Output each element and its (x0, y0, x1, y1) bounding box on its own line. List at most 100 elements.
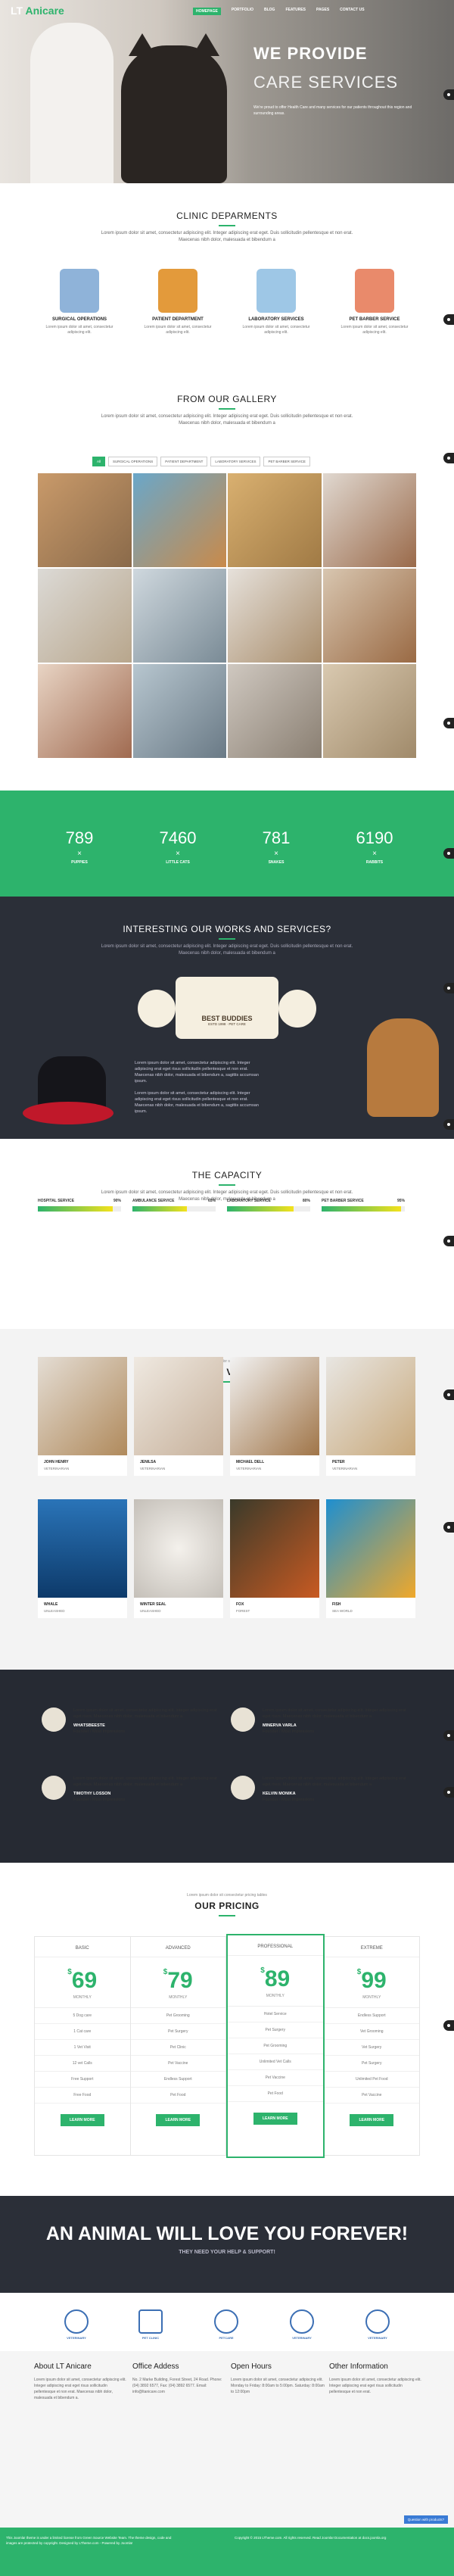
nav-contact[interactable]: CONTACT US (340, 8, 364, 15)
capacity-bar-hospital: HOSPITAL SERVICE 90% (38, 1199, 121, 1212)
gallery-photo[interactable] (132, 473, 226, 567)
gallery-photo[interactable] (132, 664, 226, 758)
cta-title: AN ANIMAL WILL LOVE YOU FOREVER! (45, 2223, 409, 2244)
side-toggle-button[interactable] (443, 2020, 454, 2031)
filter-all[interactable]: All (92, 457, 106, 466)
vet-card[interactable]: MICHAEL DELL VETERINARIAN (230, 1357, 319, 1476)
stat-cats: 7460 × LITTLE CATS (148, 828, 208, 865)
learn-more-button[interactable]: LEARN MORE (350, 2114, 394, 2126)
testimonial: Lorem ipsum dolor sit amet, consectetur … (231, 1776, 412, 1803)
learn-more-button[interactable]: LEARN MORE (156, 2114, 201, 2126)
title-divider (219, 408, 235, 410)
gallery-photo[interactable] (228, 473, 322, 567)
side-toggle-button[interactable] (443, 848, 454, 859)
partner-logo[interactable]: PET CLINIC (131, 2309, 170, 2349)
vet-card[interactable]: PETER VETERINARIAN (326, 1357, 415, 1476)
testimonial-role: Founder / Most Impressions (263, 1729, 315, 1734)
title-divider (219, 938, 235, 940)
gallery-photo[interactable] (322, 569, 416, 663)
side-toggle-button[interactable] (443, 1389, 454, 1400)
nav-home[interactable]: HOMEPAGE (193, 8, 221, 15)
footer-text: Lorem ipsum dolor sit amet, consectetur … (329, 2378, 421, 2394)
nav-portfolio[interactable]: PORTFOLIO (232, 8, 253, 15)
vet-card[interactable]: WINTER SEAL UNLEASHED (134, 1499, 223, 1618)
vet-card[interactable]: FISH SEA WORLD (326, 1499, 415, 1618)
cat-photo (121, 33, 227, 183)
gallery-photo[interactable] (38, 473, 132, 567)
site-logo[interactable]: LT Anicare (11, 5, 64, 17)
side-toggle-button[interactable] (443, 1730, 454, 1741)
dept-desc: Lorem ipsum dolor sit amet, consectetur … (340, 325, 409, 335)
gallery-photo[interactable] (228, 569, 322, 663)
plan-advanced: ADVANCED $79 MONTHLY Pet Grooming Pet Su… (130, 1937, 226, 2155)
bar-value: 80% (302, 1199, 310, 1203)
plan-feature: Pet Surgery (324, 2056, 419, 2072)
vet-card[interactable]: WHALE UNLEASHED (38, 1499, 127, 1618)
logo-lt: LT (11, 5, 23, 17)
testimonial-text: Lorem ipsum dolor sit amet, consectetur … (73, 1776, 217, 1787)
learn-more-button[interactable]: LEARN MORE (60, 2114, 104, 2126)
side-toggle-button[interactable] (443, 453, 454, 463)
filter-surgical[interactable]: SURGICAL OPERATIONS (108, 457, 158, 466)
partner-logo[interactable]: PETCARE (207, 2309, 246, 2349)
dept-barber[interactable]: PET BARBER SERVICE Lorem ipsum dolor sit … (333, 269, 416, 335)
side-toggle-button[interactable] (443, 718, 454, 728)
dept-patient[interactable]: PATIENT DEPARTMENT Lorem ipsum dolor sit … (136, 269, 219, 335)
filter-laboratory[interactable]: LABORATORY SERVICES (210, 457, 261, 466)
gallery-photo[interactable] (322, 473, 416, 567)
plan-professional: PROFESSIONAL $89 MONTHLY Hotel Service P… (226, 1934, 325, 2158)
stat-x-icon: × (176, 850, 180, 858)
avatar (231, 1707, 255, 1732)
dept-surgical[interactable]: SURGICAL OPERATIONS Lorem ipsum dolor sit… (38, 269, 121, 335)
side-toggle-button[interactable] (443, 1787, 454, 1798)
partner-name: PET CLINIC (141, 2336, 160, 2340)
chat-chip-button[interactable]: Question with products? (403, 2515, 448, 2524)
plan-feature: Pet Clinic (130, 2040, 225, 2056)
partner-logo[interactable]: VETERINARY (57, 2309, 96, 2349)
side-toggle-button[interactable] (443, 1236, 454, 1246)
heart-paw-icon (214, 2309, 238, 2334)
dept-laboratory[interactable]: LABORATORY SERVICES Lorem ipsum dolor sit… (235, 269, 318, 335)
nav-pages[interactable]: PAGES (316, 8, 329, 15)
side-toggle-button[interactable] (443, 1522, 454, 1533)
partner-logo[interactable]: VETERINARY (358, 2309, 397, 2349)
plan-name: PROFESSIONAL (228, 1935, 323, 1956)
filter-patient[interactable]: PATIENT DEPARTMENT (160, 457, 208, 466)
hero-description: We're proud to offer Health Care and man… (253, 105, 412, 116)
filter-barber[interactable]: PET BARBER SERVICE (263, 457, 310, 466)
side-toggle-button[interactable] (443, 89, 454, 100)
hero-line-1: WE PROVIDE (253, 44, 368, 63)
plan-price: $99 (356, 1968, 387, 1993)
gallery-photo[interactable] (228, 664, 322, 758)
plan-feature: Free Support (35, 2072, 130, 2088)
shield-icon (290, 2309, 314, 2334)
bar-fill (322, 1206, 401, 1212)
side-toggle-button[interactable] (443, 983, 454, 993)
vet-card[interactable]: FOX FOREST (230, 1499, 319, 1618)
gallery-photo[interactable] (38, 664, 132, 758)
testimonial-text: Lorem ipsum dolor sit amet, consectetur … (263, 1708, 406, 1719)
plan-feature: Endless Support (324, 2008, 419, 2024)
vet-card[interactable]: JOHN HENRY VETERINARIAN (38, 1357, 127, 1476)
main-nav: HOMEPAGE PORTFOLIO BLOG FEATURES PAGES C… (193, 8, 365, 15)
gallery-photo[interactable] (132, 569, 226, 663)
bottom-license-text: This Joomla! theme is under a limited li… (6, 2536, 172, 2545)
stats-section: 789 × PUPPIES 7460 × LITTLE CATS 781 × SNAKES … (0, 791, 454, 897)
bar-value: 90% (113, 1199, 121, 1203)
gallery-photo[interactable] (38, 569, 132, 663)
bar-value: 95% (396, 1199, 405, 1203)
plan-feature: 5 Dog care (35, 2008, 130, 2024)
learn-more-button[interactable]: LEARN MORE (253, 2113, 297, 2125)
side-toggle-button[interactable] (443, 314, 454, 325)
partner-logo[interactable]: VETERINARY (282, 2309, 322, 2349)
testimonial-role: Founder / Most Impressions (73, 1729, 126, 1734)
nav-features[interactable]: FEATURES (285, 8, 306, 15)
side-toggle-button[interactable] (443, 1119, 454, 1130)
vet-card[interactable]: JENILSA VETERINARIAN (134, 1357, 223, 1476)
gallery-photo[interactable] (322, 664, 416, 758)
footer-heading: Office Addess (132, 2362, 179, 2371)
vet-role: UNLEASHED (140, 1609, 161, 1613)
title-divider (219, 1915, 235, 1916)
laboratory-icon (257, 269, 296, 313)
nav-blog[interactable]: BLOG (264, 8, 275, 15)
